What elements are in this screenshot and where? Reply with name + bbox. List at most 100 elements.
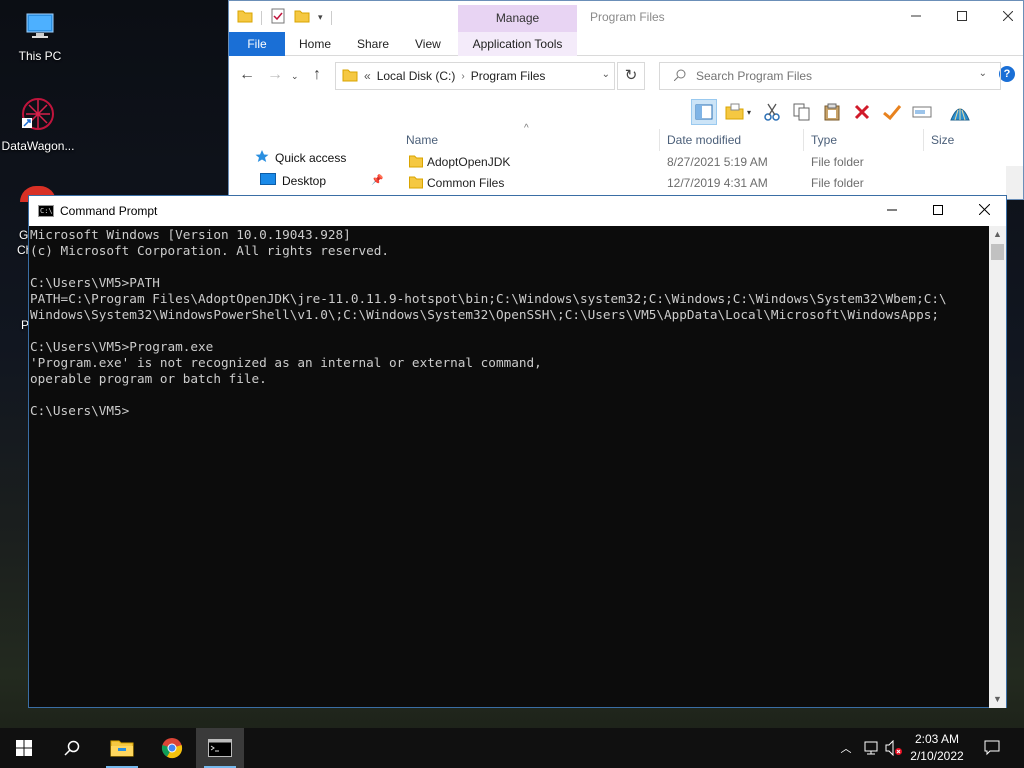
recent-locations-icon[interactable]: ⌄	[291, 71, 299, 82]
column-header-type[interactable]: Type	[811, 133, 837, 147]
chevron-down-icon[interactable]: ⌄	[602, 69, 610, 80]
delete-icon[interactable]	[849, 99, 875, 125]
copy-icon[interactable]	[789, 99, 815, 125]
close-button[interactable]	[961, 196, 1007, 226]
maximize-icon	[933, 205, 943, 215]
folder-options-icon[interactable]: ▾	[721, 99, 755, 125]
back-arrow-icon[interactable]: ←	[239, 66, 255, 84]
console-line: PATH=C:\Program Files\AdoptOpenJDK\jre-1…	[30, 291, 947, 306]
tab-home[interactable]: Home	[289, 32, 341, 56]
tab-view[interactable]: View	[405, 32, 451, 56]
close-icon	[978, 203, 990, 216]
start-button[interactable]	[0, 728, 48, 768]
separator	[330, 10, 332, 25]
manage-contextual-tab[interactable]: Manage	[458, 5, 577, 32]
table-row[interactable]: AdoptOpenJDK 8/27/2021 5:19 AM File fold…	[399, 151, 999, 172]
action-center-button[interactable]	[980, 728, 1004, 768]
scrollbar-thumb[interactable]	[991, 244, 1004, 260]
clock-time: 2:03 AM	[914, 732, 960, 746]
search-input[interactable]	[696, 69, 976, 83]
minimize-icon	[887, 209, 897, 211]
scroll-down-icon[interactable]: ▼	[989, 691, 1006, 708]
file-list: ^ Name Date modified Type Size AdoptOpen…	[399, 123, 999, 199]
breadcrumb-program-files[interactable]: Program Files	[471, 69, 546, 83]
ribbon-tabs: File Home Share View Application Tools ⌄…	[229, 32, 1023, 82]
close-button[interactable]	[985, 1, 1023, 32]
sort-ascending-icon: ^	[524, 123, 529, 134]
column-header-size[interactable]: Size	[931, 133, 954, 147]
desktop-icon-this-pc[interactable]: This PC	[2, 10, 78, 63]
console-line: Windows\System32\WindowsPowerShell\v1.0\…	[30, 307, 939, 322]
star-icon	[255, 149, 269, 166]
console-output[interactable]: Microsoft Windows [Version 10.0.19043.92…	[30, 227, 990, 707]
maximize-icon	[957, 11, 967, 21]
scroll-up-icon[interactable]: ▲	[989, 226, 1006, 243]
explorer-title-bar[interactable]: ▾ Manage Program Files	[229, 1, 1023, 32]
search-box[interactable]	[659, 62, 1001, 90]
file-date: 8/27/2021 5:19 AM	[667, 155, 768, 169]
breadcrumb-separator-icon: «	[364, 69, 371, 83]
nav-item-quick-access[interactable]: Quick access	[255, 149, 346, 166]
command-prompt-window[interactable]: C:\ Command Prompt Microsoft Windows [Ve…	[28, 195, 1007, 708]
cmd-scrollbar[interactable]: ▲ ▼	[989, 226, 1006, 708]
properties-icon[interactable]	[270, 8, 286, 27]
column-header-date[interactable]: Date modified	[667, 133, 741, 147]
up-arrow-icon[interactable]: ↑	[313, 66, 321, 84]
rename-icon[interactable]	[909, 99, 935, 125]
new-folder-icon[interactable]	[294, 8, 310, 27]
preview-pane-icon[interactable]	[691, 99, 717, 125]
forward-arrow-icon[interactable]: →	[267, 66, 283, 84]
minimize-icon	[911, 15, 921, 17]
taskbar-file-explorer[interactable]	[98, 728, 146, 768]
window-title: Command Prompt	[60, 204, 158, 218]
tab-file[interactable]: File	[229, 32, 285, 56]
breadcrumb-local-disk[interactable]: Local Disk (C:)	[377, 69, 456, 83]
desktop-icon	[260, 173, 276, 188]
console-line: 'Program.exe' is not recognized as an in…	[30, 355, 542, 370]
console-line: C:\Users\VM5>Program.exe	[30, 339, 214, 354]
search-icon	[64, 740, 80, 756]
cut-icon[interactable]	[759, 99, 785, 125]
minimize-button[interactable]	[893, 1, 939, 32]
nav-item-desktop[interactable]: Desktop	[260, 173, 326, 188]
search-icon	[673, 69, 686, 84]
column-header-name[interactable]: Name	[406, 133, 438, 147]
console-line: Microsoft Windows [Version 10.0.19043.92…	[30, 227, 351, 242]
desktop-icon-datawagon[interactable]: DataWagon...	[0, 96, 76, 153]
chevron-right-icon[interactable]: ›	[461, 71, 464, 82]
window-title: Program Files	[590, 10, 665, 24]
search-button[interactable]	[48, 728, 96, 768]
network-icon	[864, 741, 878, 755]
file-explorer-window[interactable]: ▾ Manage Program Files File Home Share V…	[228, 0, 1024, 200]
address-bar[interactable]: « Local Disk (C:) › Program Files ⌄	[335, 62, 615, 90]
maximize-button[interactable]	[939, 1, 985, 32]
column-divider[interactable]	[659, 129, 660, 151]
clock[interactable]: 2:03 AM 2/10/2022	[902, 731, 972, 765]
shell-icon[interactable]	[947, 99, 973, 125]
chevron-up-icon: ︿	[840, 743, 852, 755]
maximize-button[interactable]	[915, 196, 961, 226]
tab-application-tools[interactable]: Application Tools	[458, 32, 577, 56]
taskbar-command-prompt[interactable]	[196, 728, 244, 768]
taskbar-chrome[interactable]	[148, 728, 196, 768]
table-row[interactable]: Common Files 12/7/2019 4:31 AM File fold…	[399, 172, 999, 193]
checkmark-icon[interactable]	[879, 99, 905, 125]
explorer-scrollbar[interactable]	[1006, 166, 1023, 199]
refresh-button[interactable]: ↻	[617, 62, 645, 90]
customize-qat-icon[interactable]: ▾	[318, 12, 323, 23]
paste-icon[interactable]	[819, 99, 845, 125]
cmd-app-icon[interactable]: C:\	[38, 205, 54, 217]
column-divider[interactable]	[923, 129, 924, 151]
file-explorer-icon	[110, 740, 134, 757]
cmd-title-bar[interactable]: C:\ Command Prompt	[29, 196, 1006, 226]
show-hidden-icons-button[interactable]: ︿	[836, 728, 856, 768]
column-divider[interactable]	[803, 129, 804, 151]
pin-icon[interactable]: 📌	[371, 175, 383, 186]
tab-share[interactable]: Share	[347, 32, 399, 56]
minimize-button[interactable]	[869, 196, 915, 226]
network-button[interactable]	[859, 728, 883, 768]
file-date: 12/7/2019 4:31 AM	[667, 176, 768, 190]
this-pc-icon	[2, 10, 78, 45]
chrome-icon	[161, 738, 183, 759]
